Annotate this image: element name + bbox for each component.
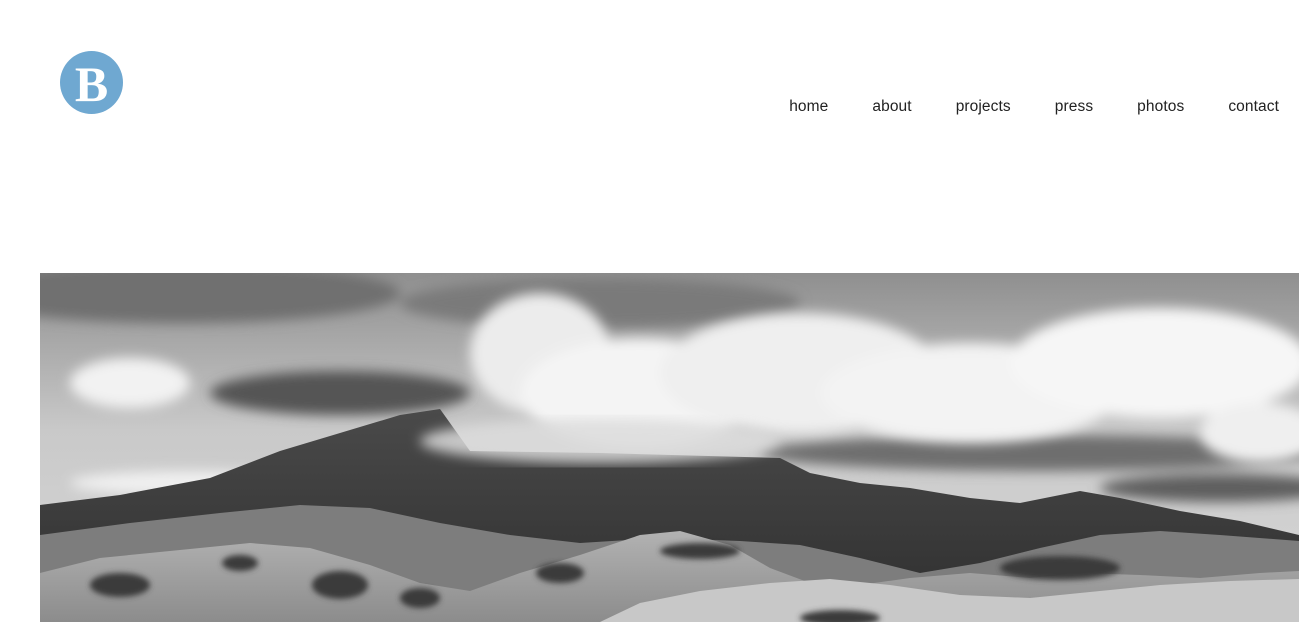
- nav-contact[interactable]: contact: [1228, 98, 1279, 116]
- main-nav: home about projects press photos contact: [789, 98, 1279, 116]
- mountain-landscape-image: [40, 273, 1299, 622]
- nav-about[interactable]: about: [872, 98, 911, 116]
- site-logo[interactable]: B: [60, 51, 123, 114]
- logo-letter: B: [74, 55, 109, 112]
- nav-projects[interactable]: projects: [956, 98, 1011, 116]
- nav-press[interactable]: press: [1055, 98, 1093, 116]
- hero-image: [40, 273, 1299, 622]
- nav-photos[interactable]: photos: [1137, 98, 1184, 116]
- page: B home about projects press photos conta…: [0, 0, 1299, 622]
- nav-home[interactable]: home: [789, 98, 828, 116]
